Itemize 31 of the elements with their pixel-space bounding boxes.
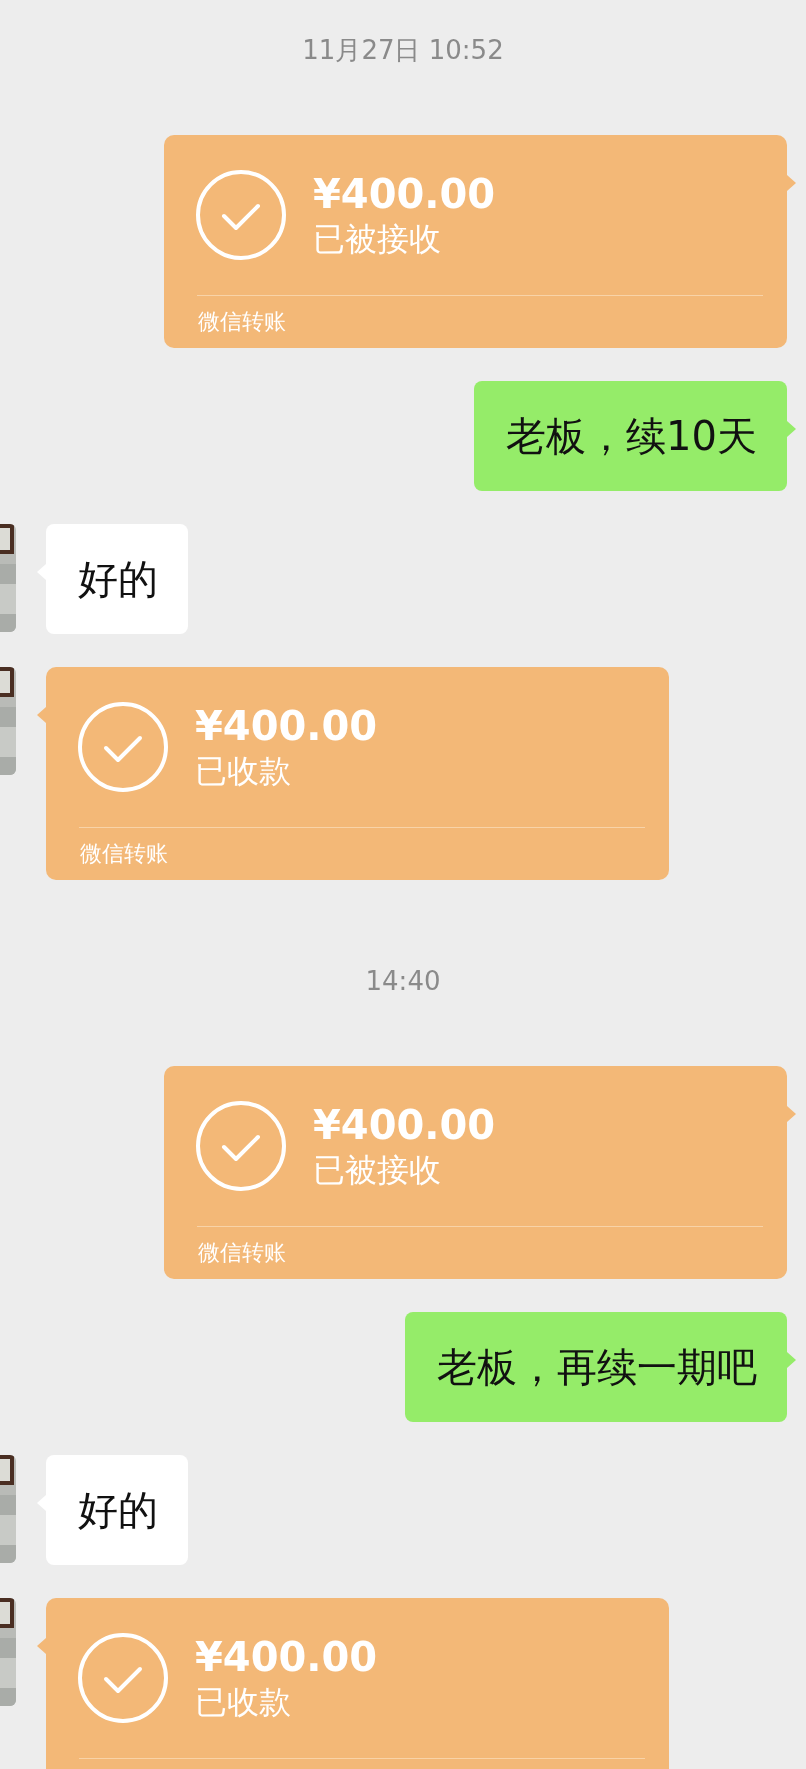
timestamp: 14:40 <box>365 965 441 998</box>
transfer-label: 微信转账 <box>198 1239 286 1267</box>
bubble-tail <box>787 1352 796 1368</box>
message-bubble: 好的 <box>46 1455 188 1565</box>
bubble-tail <box>37 1638 46 1654</box>
transfer-amount: ¥400.00 <box>195 1633 378 1681</box>
transfer-label: 微信转账 <box>198 308 286 336</box>
transfer-label: 微信转账 <box>80 840 168 868</box>
transfer-status: 已收款 <box>195 1682 291 1723</box>
transfer-amount: ¥400.00 <box>313 1101 496 1149</box>
transfer-card[interactable]: ¥400.00 已被接收 微信转账 <box>164 1066 787 1279</box>
bubble-tail <box>787 175 796 191</box>
check-circle-icon <box>195 169 287 261</box>
transfer-card[interactable]: ¥400.00 已被接收 微信转账 <box>164 135 787 348</box>
transfer-status: 已被接收 <box>313 219 441 260</box>
bubble-tail <box>787 1106 796 1122</box>
transfer-amount: ¥400.00 <box>313 170 496 218</box>
timestamp: 11月27日 10:52 <box>302 34 504 67</box>
transfer-card[interactable]: ¥400.00 已收款 微信转账 <box>46 667 669 880</box>
check-circle-icon <box>77 701 169 793</box>
transfer-card[interactable]: ¥400.00 已收款 <box>46 1598 669 1769</box>
message-bubble: 老板，再续一期吧 <box>405 1312 787 1422</box>
transfer-status: 已收款 <box>195 751 291 792</box>
transfer-status: 已被接收 <box>313 1150 441 1191</box>
check-circle-icon <box>77 1632 169 1724</box>
message-bubble: 好的 <box>46 524 188 634</box>
bubble-tail <box>37 707 46 723</box>
check-circle-icon <box>195 1100 287 1192</box>
bubble-tail <box>787 421 796 437</box>
message-bubble: 老板，续10天 <box>474 381 787 491</box>
transfer-amount: ¥400.00 <box>195 702 378 750</box>
